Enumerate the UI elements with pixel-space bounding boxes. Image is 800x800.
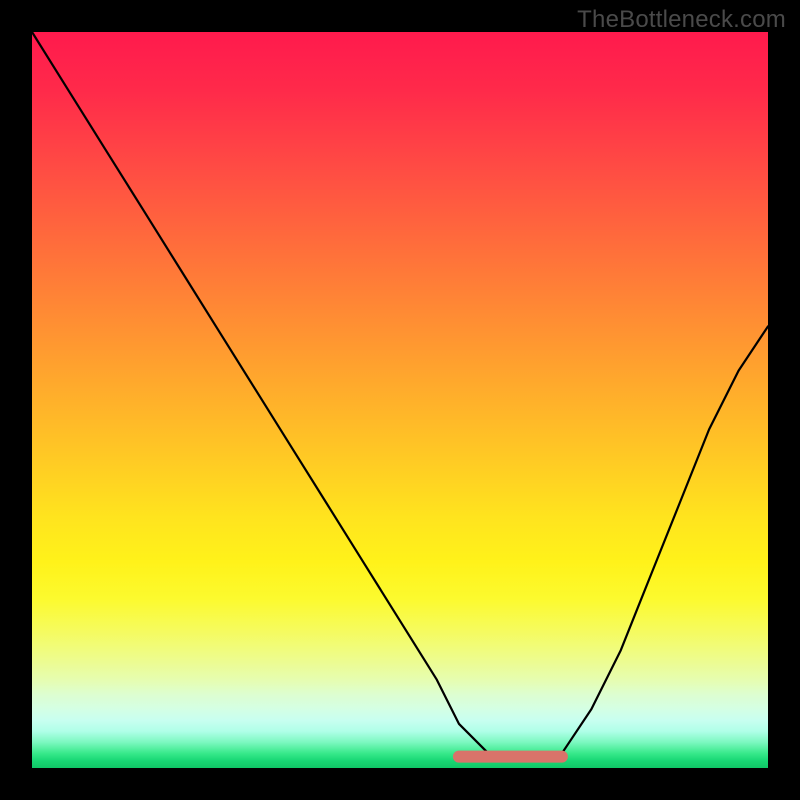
curve-svg xyxy=(32,32,768,768)
watermark-text: TheBottleneck.com xyxy=(577,6,786,34)
bottleneck-curve xyxy=(32,32,768,761)
chart-frame: TheBottleneck.com xyxy=(0,0,800,800)
plot-area xyxy=(32,32,768,768)
